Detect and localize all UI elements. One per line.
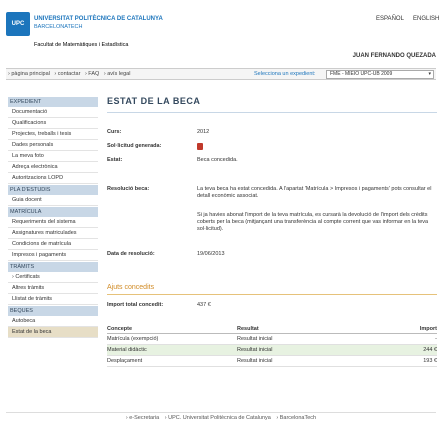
sidebar-item-autobeca[interactable]: Autobeca bbox=[8, 316, 98, 327]
sollicitud-label: Sol·licitud generada: bbox=[107, 143, 162, 149]
import-total-label: Import total concedit: bbox=[107, 302, 164, 308]
cell-import: - bbox=[435, 336, 437, 342]
resolucio-label: Resolució beca: bbox=[107, 186, 150, 192]
cell-import: 193 € bbox=[423, 358, 437, 364]
sidebar-item-certificats[interactable]: › Certificats bbox=[8, 272, 98, 283]
nav-bar: › pàgina principal › contactar › FAQ › a… bbox=[6, 68, 436, 80]
data-resolucio-value: 19/06/2013 bbox=[197, 251, 225, 257]
footer-link-esecretaria[interactable]: › e-Secretaria bbox=[126, 415, 159, 421]
sidebar-item-estat-beca[interactable]: Estat de la beca bbox=[8, 327, 98, 338]
estat-value: Beca concedida. bbox=[197, 157, 238, 163]
nav-links: › pàgina principal › contactar › FAQ › a… bbox=[8, 71, 133, 77]
sidebar-item-llistat-tramits[interactable]: Llistat de tràmits bbox=[8, 294, 98, 305]
university-subtitle: BARCELONATECH bbox=[34, 24, 83, 30]
sidebar-item-adreca[interactable]: Adreça electrònica bbox=[8, 162, 98, 173]
curs-value: 2012 bbox=[197, 129, 210, 135]
upc-logo[interactable]: UPC bbox=[6, 12, 30, 36]
cell-concepte: Matrícula (exempció) bbox=[107, 336, 159, 342]
table-row: Matrícula (exempció) Resultat inicial - bbox=[107, 334, 437, 345]
page-title: ESTAT DE LA BECA bbox=[107, 96, 201, 106]
sidebar-section-tramits: TRÀMITS bbox=[8, 262, 98, 272]
expedient-select-label: Selecciona un expedient: bbox=[254, 71, 316, 77]
lang-en-link[interactable]: ENGLISH bbox=[413, 16, 439, 22]
nav-link-contact[interactable]: › contactar bbox=[54, 71, 80, 77]
nav-link-home[interactable]: › pàgina principal bbox=[8, 71, 50, 77]
table-row: Desplaçament Resultat inicial 193 € bbox=[107, 356, 437, 367]
ajuts-section-divider bbox=[107, 294, 437, 295]
table-header: Concepte Resultat Import bbox=[107, 324, 437, 334]
table-row: Material didàctic Resultat inicial 244 € bbox=[107, 345, 437, 356]
ajuts-table: Concepte Resultat Import Matrícula (exem… bbox=[107, 324, 437, 367]
col-resultat: Resultat bbox=[237, 326, 259, 332]
nav-link-faq[interactable]: › FAQ bbox=[85, 71, 99, 77]
chevron-down-icon: ▾ bbox=[428, 71, 431, 77]
sidebar-section-expedient: EXPEDIENT bbox=[8, 97, 98, 107]
estat-label: Estat: bbox=[107, 157, 123, 163]
cell-concepte: Desplaçament bbox=[107, 358, 143, 364]
sidebar-item-impresos[interactable]: Impresos i pagaments bbox=[8, 250, 98, 261]
university-name: UNIVERSITAT POLITÈCNICA DE CATALUNYA bbox=[34, 16, 163, 22]
col-import: Import bbox=[419, 326, 437, 332]
import-total-value: 437 € bbox=[197, 302, 211, 308]
footer: › e-Secretaria › UPC. Universitat Politè… bbox=[6, 412, 436, 422]
footer-link-upc[interactable]: › UPC. Universitat Politècnica de Catalu… bbox=[165, 415, 271, 421]
nav-link-legal[interactable]: › avís legal bbox=[104, 71, 131, 77]
lang-es-link[interactable]: ESPAÑOL bbox=[376, 16, 404, 22]
cell-resultat: Resultat inicial bbox=[237, 347, 273, 353]
cell-concepte: Material didàctic bbox=[107, 347, 147, 353]
header: UPC UNIVERSITAT POLITÈCNICA DE CATALUNYA… bbox=[6, 6, 439, 64]
main-content: ESTAT DE LA BECA Curs: 2012 Sol·licitud … bbox=[107, 96, 437, 367]
resolucio-paragraph-2: Si ja havies abonat l'import de la teva … bbox=[197, 212, 429, 232]
sidebar-section-beques: BEQUES bbox=[8, 306, 98, 316]
cell-resultat: Resultat inicial bbox=[237, 358, 273, 364]
sidebar-item-dades-personals[interactable]: Dades personals bbox=[8, 140, 98, 151]
expedient-select-value: FME - MIEIO UPC-UB 2009 bbox=[330, 71, 393, 77]
sidebar-item-altres-tramits[interactable]: Altres tràmits bbox=[8, 283, 98, 294]
sidebar-item-foto[interactable]: La meva foto bbox=[8, 151, 98, 162]
sidebar-item-projectes[interactable]: Projectes, treballs i tesis bbox=[8, 129, 98, 140]
col-concepte: Concepte bbox=[107, 326, 133, 332]
footer-link-barcelonatech[interactable]: › BarcelonaTech bbox=[276, 415, 316, 421]
sollicitud-value bbox=[197, 143, 437, 153]
resolucio-paragraph-1: La teva beca ha estat concedida. A l'apa… bbox=[197, 186, 432, 199]
sidebar-item-condicions[interactable]: Condicions de matrícula bbox=[8, 239, 98, 250]
cell-resultat: Resultat inicial bbox=[237, 336, 273, 342]
sidebar-item-guia-docent[interactable]: Guia docent bbox=[8, 195, 98, 206]
sidebar-section-pla-estudis: PLA D'ESTUDIS bbox=[8, 185, 98, 195]
pdf-icon[interactable] bbox=[197, 143, 203, 150]
title-divider bbox=[107, 112, 437, 113]
sidebar-item-requeriments[interactable]: Requeriments del sistema bbox=[8, 217, 98, 228]
sidebar-section-matricula: MATRÍCULA bbox=[8, 207, 98, 217]
data-resolucio-label: Data de resolució: bbox=[107, 251, 155, 257]
sidebar-item-qualificacions[interactable]: Qualificacions bbox=[8, 118, 98, 129]
ajuts-section-title: Ajuts concedits bbox=[107, 284, 155, 291]
sidebar-item-lopd[interactable]: Autoritzacions LOPD bbox=[8, 173, 98, 184]
sidebar-item-assignatures[interactable]: Assignatures matriculades bbox=[8, 228, 98, 239]
expedient-select[interactable]: FME - MIEIO UPC-UB 2009 ▾ bbox=[326, 70, 434, 79]
faculty-name: Facultat de Matemàtiques i Estadística bbox=[34, 42, 129, 48]
user-name: JUAN FERNANDO QUEZADA bbox=[352, 53, 436, 59]
cell-import: 244 € bbox=[423, 347, 437, 353]
curs-label: Curs: bbox=[107, 129, 122, 135]
sidebar: EXPEDIENT Documentació Qualificacions Pr… bbox=[8, 96, 98, 338]
sidebar-item-documentacio[interactable]: Documentació bbox=[8, 107, 98, 118]
